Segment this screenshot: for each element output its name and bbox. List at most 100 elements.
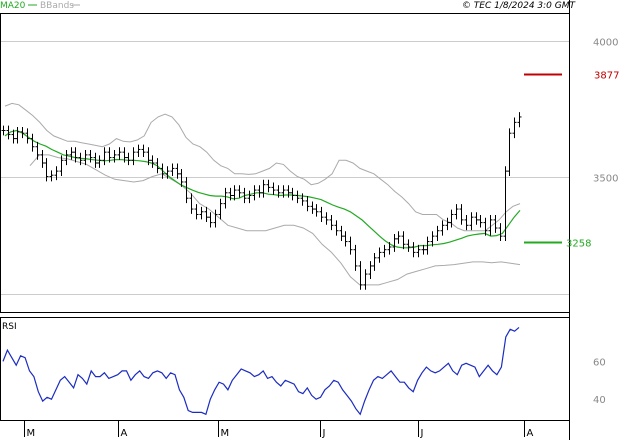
price-bar [1, 125, 6, 136]
price-y-axis: 4000 3500 [593, 38, 618, 185]
price-bar [117, 147, 122, 160]
rsi-path [2, 326, 520, 416]
price-bar [339, 225, 344, 242]
chart: 3877 3258 4000 3500 60 40 M A M J J A MA20 BBand… [0, 0, 619, 440]
price-bar [401, 231, 406, 250]
price-bar [324, 212, 329, 225]
legend-ma20: MA20 [0, 1, 26, 11]
price-bar [310, 201, 315, 214]
price-bar [199, 206, 204, 220]
support-label: 3258 [566, 239, 591, 250]
price-bar [102, 147, 107, 166]
price-bar [136, 144, 141, 158]
price-bar [184, 177, 189, 204]
bb-upper-line [4, 102, 521, 232]
price-bar [30, 133, 35, 152]
price-bar [445, 217, 450, 231]
price-bar [49, 170, 54, 182]
price-bar [40, 149, 45, 168]
price-bar [498, 223, 503, 242]
x-tick-label: A [121, 428, 128, 439]
x-tick-label: A [527, 428, 534, 439]
price-bar [464, 215, 469, 231]
bollinger-bands [4, 102, 521, 286]
copyright-stamp: © TEC 1/8/2024 3:0 GMT [462, 1, 577, 11]
price-bar [218, 198, 223, 220]
price-bar [469, 212, 474, 231]
price-bar [353, 244, 358, 271]
x-axis: MAMJJA [24, 420, 534, 439]
price-bar [208, 212, 213, 228]
price-bar [454, 204, 459, 220]
x-tick-label: M [27, 428, 36, 439]
x-tick-label: M [221, 428, 230, 439]
price-bar [517, 112, 522, 128]
price-bar [396, 231, 401, 244]
rsi-title: RSI [2, 322, 17, 332]
price-bar [213, 209, 218, 228]
x-tick-label: J [322, 428, 326, 439]
rsi-tick-label: 40 [593, 395, 606, 406]
price-bar [150, 155, 155, 168]
price-bar [83, 149, 88, 166]
price-bar [411, 242, 416, 258]
price-bar [175, 163, 180, 179]
price-bar [131, 147, 136, 166]
price-bar [507, 128, 512, 177]
price-bar [305, 196, 310, 212]
price-bar [194, 204, 199, 220]
chart-frame [0, 0, 570, 440]
resistance-label: 3877 [594, 71, 619, 82]
price-bar [459, 204, 464, 225]
price-bar [319, 206, 324, 223]
price-bar [266, 179, 271, 193]
rsi-panel-border [0, 317, 570, 421]
price-tick-label: 4000 [593, 38, 618, 49]
rsi-line [2, 326, 520, 416]
price-bar [223, 187, 228, 209]
price-bar [368, 261, 373, 279]
price-bar [372, 252, 377, 271]
price-bar [343, 231, 348, 247]
price-bar [421, 244, 426, 255]
price-bar [257, 185, 262, 198]
price-bar [170, 163, 175, 177]
price-bar [126, 152, 131, 166]
price-levels: 3877 3258 [524, 71, 619, 250]
price-bar [392, 233, 397, 252]
price-bar [204, 206, 209, 223]
price-bar [141, 144, 146, 158]
rsi-tick-label: 60 [593, 357, 606, 368]
price-grid [1, 41, 569, 295]
price-bar [478, 215, 483, 228]
price-bar [88, 149, 93, 163]
x-tick-label: J [420, 428, 424, 439]
price-bar [69, 147, 74, 160]
price-bar [300, 193, 305, 206]
price-bar [73, 147, 78, 163]
price-bar [261, 179, 266, 198]
price-bar [286, 185, 291, 198]
price-bar [329, 215, 334, 231]
price-bar [237, 185, 242, 198]
price-bar [15, 126, 20, 144]
price-bar [295, 190, 300, 204]
price-bar [64, 149, 69, 166]
price-bar [435, 225, 440, 242]
price-bar [97, 155, 102, 168]
price-bar [382, 244, 387, 258]
price-bar [334, 220, 339, 236]
price-bar [35, 141, 40, 160]
price-bar [290, 187, 295, 201]
price-bar [512, 117, 517, 139]
legend-bbands: BBands [40, 1, 74, 11]
price-bar [377, 247, 382, 263]
rsi-y-axis: 60 40 [593, 357, 606, 406]
price-bar [474, 212, 479, 225]
price-bar [363, 269, 368, 290]
price-bar [358, 261, 363, 290]
price-bar [314, 204, 319, 217]
price-bar [406, 239, 411, 252]
price-bar [348, 236, 353, 255]
price-bar [440, 220, 445, 236]
